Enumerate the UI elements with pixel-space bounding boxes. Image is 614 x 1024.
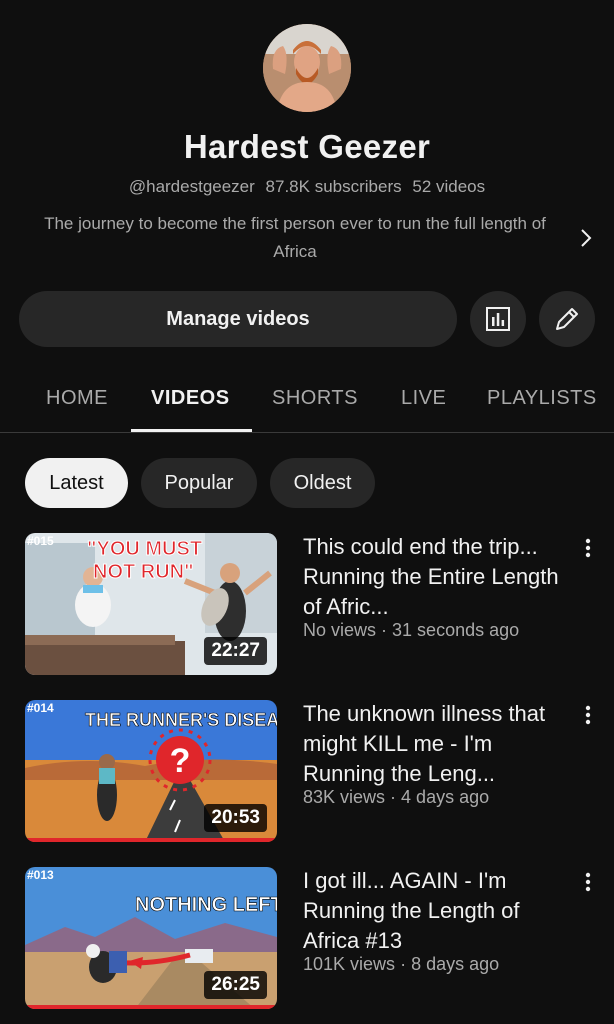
- channel-name: Hardest Geezer: [183, 128, 431, 165]
- video-title[interactable]: I got ill... AGAIN - I'm Running the Len…: [303, 866, 573, 956]
- view-count: 101K views: [303, 954, 396, 974]
- subscriber-count: 87.8K subscribers: [265, 177, 402, 196]
- more-options-icon[interactable]: [578, 703, 598, 731]
- video-meta: No views · 31 seconds ago: [303, 620, 520, 640]
- video-thumbnail[interactable]: "YOU MUST NOT RUN" #015 22:27: [25, 533, 277, 675]
- thumbnail-headline: NOTHING LEFT: [135, 894, 277, 916]
- manage-videos-button[interactable]: Manage videos: [19, 291, 457, 347]
- more-options-icon[interactable]: [578, 536, 598, 564]
- avatar-image: [263, 24, 351, 112]
- filter-chip-popular[interactable]: Popular: [141, 458, 257, 508]
- episode-badge: #015: [27, 534, 54, 548]
- channel-avatar[interactable]: [263, 24, 351, 112]
- video-meta: 101K views · 8 days ago: [303, 954, 500, 974]
- edit-channel-button[interactable]: [539, 291, 595, 347]
- channel-handle: @hardestgeezer: [128, 177, 255, 196]
- video-title[interactable]: The unknown illness that might KILL me -…: [303, 699, 573, 789]
- channel-description[interactable]: The journey to become the first person e…: [30, 210, 560, 266]
- channel-tabs: HOME VIDEOS SHORTS LIVE PLAYLISTS: [0, 366, 614, 433]
- active-tab-indicator: [131, 429, 252, 432]
- more-options-icon[interactable]: [578, 870, 598, 898]
- video-duration: 26:25: [204, 971, 267, 999]
- tab-shorts[interactable]: SHORTS: [272, 366, 358, 430]
- thumbnail-question-mark: ?: [170, 742, 191, 780]
- episode-badge: #013: [27, 868, 54, 882]
- thumbnail-headline-2: NOT RUN": [93, 561, 194, 583]
- thumbnail-headline: THE RUNNER'S DISEASE: [85, 710, 277, 730]
- channel-meta: @hardestgeezer 87.8K subscribers 52 vide…: [0, 177, 614, 197]
- tab-home[interactable]: HOME: [46, 366, 108, 430]
- video-title[interactable]: This could end the trip... Running the E…: [303, 532, 573, 622]
- episode-badge: #014: [27, 701, 54, 715]
- video-thumbnail[interactable]: ? THE RUNNER'S DISEASE #014 20:53: [25, 700, 277, 842]
- video-duration: 20:53: [204, 804, 267, 832]
- video-thumbnail[interactable]: NOTHING LEFT #013 26:25: [25, 867, 277, 1009]
- view-count: 83K views: [303, 787, 386, 807]
- chevron-right-icon[interactable]: [576, 224, 596, 252]
- video-duration: 22:27: [204, 637, 267, 665]
- tab-videos[interactable]: VIDEOS: [151, 366, 230, 430]
- pencil-icon: [556, 308, 578, 330]
- upload-age: 8 days ago: [411, 954, 500, 974]
- filter-chip-oldest[interactable]: Oldest: [270, 458, 375, 508]
- bar-chart-icon: [486, 307, 510, 331]
- view-count: No views: [303, 620, 377, 640]
- thumbnail-headline: "YOU MUST: [87, 538, 202, 560]
- tab-live[interactable]: LIVE: [401, 366, 446, 430]
- analytics-button[interactable]: [470, 291, 526, 347]
- tab-playlists[interactable]: PLAYLISTS: [487, 366, 597, 430]
- video-meta: 83K views · 4 days ago: [303, 787, 490, 807]
- upload-age: 31 seconds ago: [392, 620, 520, 640]
- filter-chip-latest[interactable]: Latest: [25, 458, 128, 508]
- upload-age: 4 days ago: [401, 787, 490, 807]
- video-count: 52 videos: [412, 177, 486, 196]
